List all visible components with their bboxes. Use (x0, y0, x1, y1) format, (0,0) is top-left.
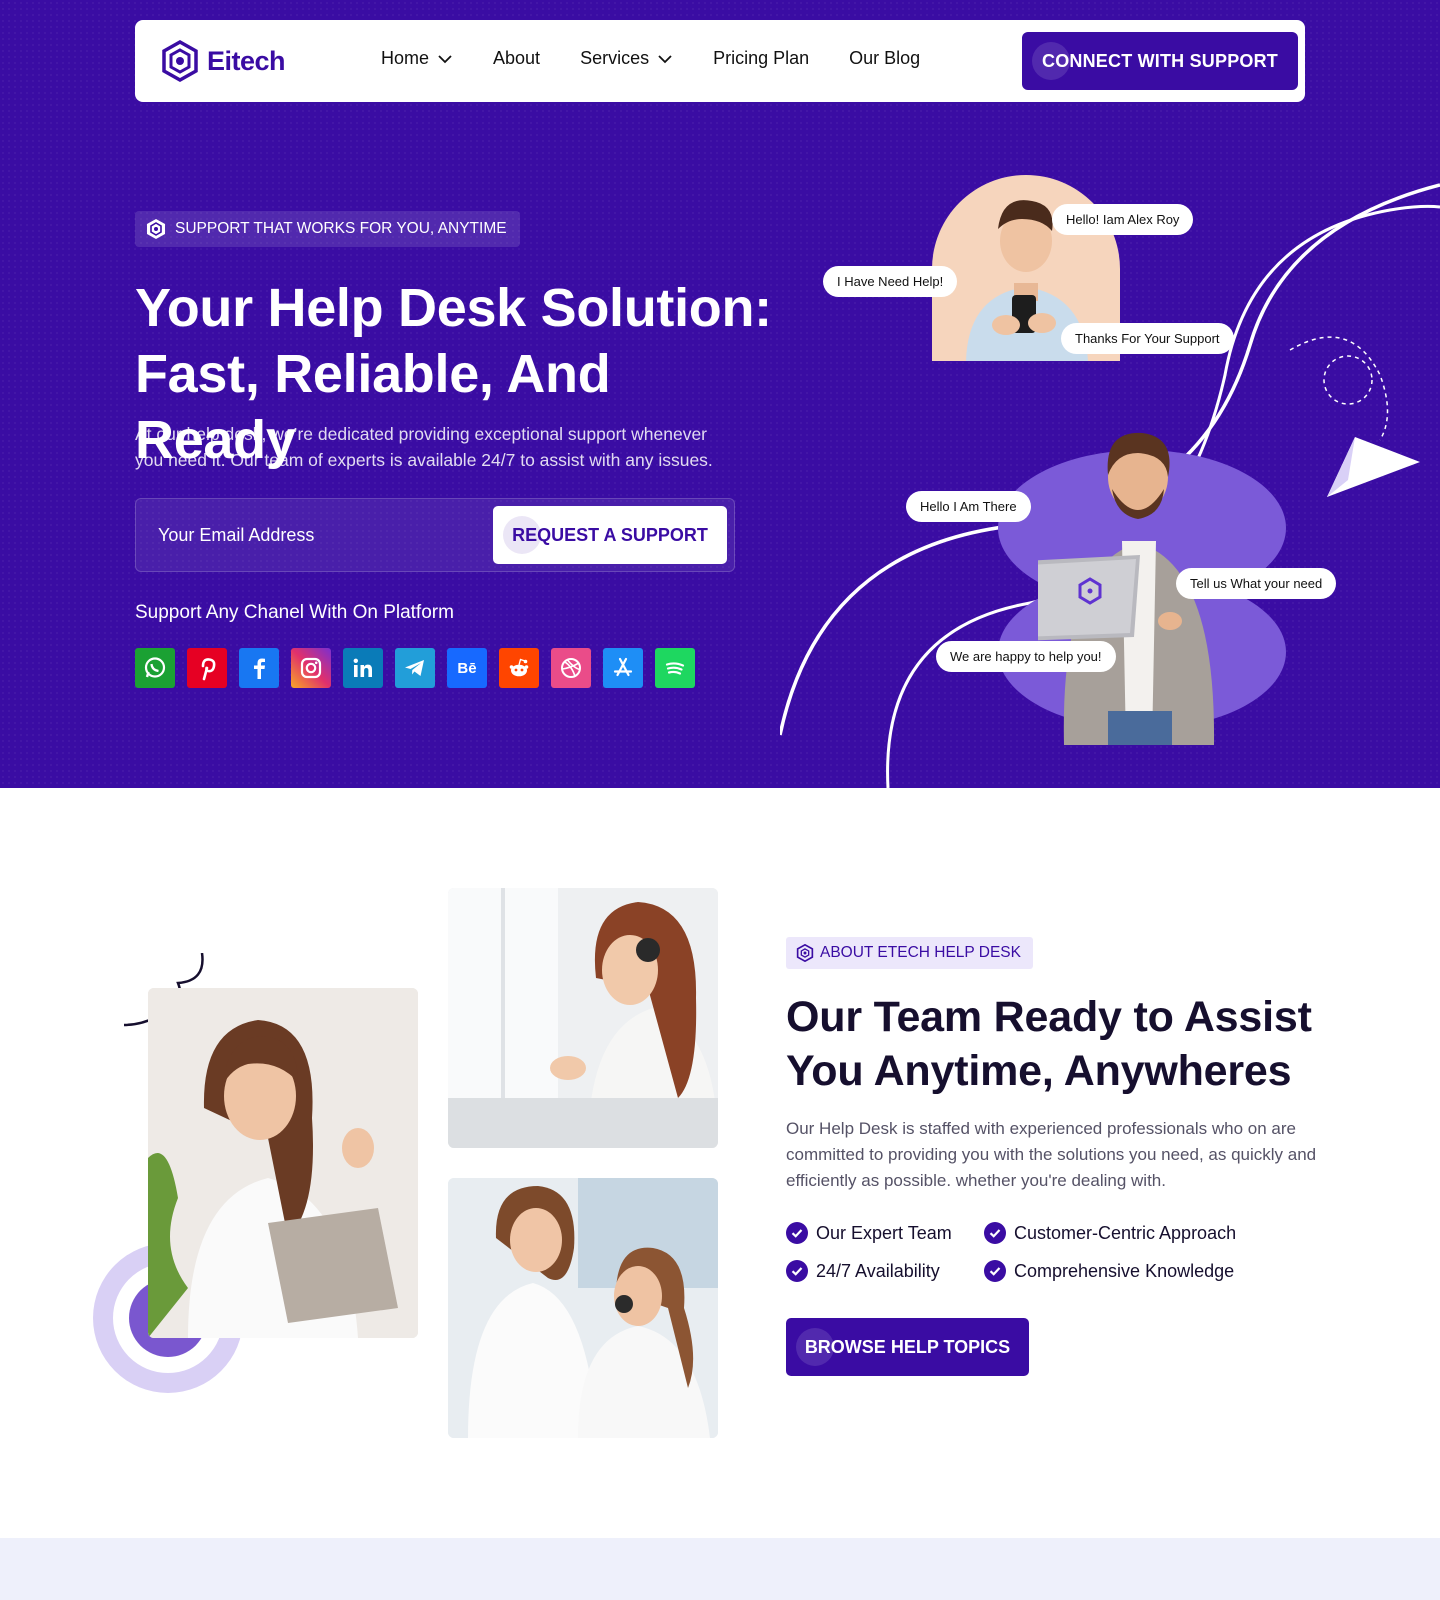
hero-title-line1: Your Help Desk Solution: (135, 278, 772, 338)
agent-woman-clipboard-figure (148, 988, 418, 1338)
chevron-down-icon (438, 54, 452, 63)
about-title: Our Team Ready to Assist You Anytime, An… (786, 990, 1346, 1098)
chevron-down-icon (658, 54, 672, 63)
nav-item-about[interactable]: About (493, 48, 540, 69)
logo-text: Eitech (207, 45, 286, 76)
feature-label: Our Expert Team (816, 1222, 952, 1243)
connect-support-label: CONNECT WITH SUPPORT (1042, 50, 1278, 71)
browse-help-topics-button[interactable]: BROWSE HELP TOPICS (786, 1318, 1029, 1376)
hexagon-badge-icon (147, 219, 165, 239)
browse-help-topics-label: BROWSE HELP TOPICS (804, 1336, 1011, 1357)
hero-illustration: Hello! Iam Alex Roy I Have Need Help! Th… (780, 165, 1440, 788)
chat-bubble-thanks: Thanks For Your Support (1061, 323, 1234, 354)
feature-item: Customer-Centric Approach (984, 1222, 1264, 1244)
hero-description: At our help desk, we’re dedicated provid… (135, 424, 713, 470)
chat-bubble-hello-there: Hello I Am There (906, 491, 1031, 522)
main-nav: Home About Services Pricing Plan Our Blo… (381, 48, 920, 69)
request-support-label: REQUEST A SUPPORT (512, 524, 708, 545)
nav-item-label: Our Blog (849, 48, 921, 68)
check-circle-icon (984, 1222, 1006, 1244)
agent-woman-desk-figure (448, 888, 718, 1148)
pinterest-icon[interactable] (187, 648, 227, 688)
agent-photo-team (448, 1178, 718, 1438)
next-section-band (0, 1538, 1440, 1600)
chat-bubble-alex: Hello! Iam Alex Roy (1052, 204, 1194, 235)
connect-support-button[interactable]: CONNECT WITH SUPPORT (1022, 32, 1298, 90)
channels-title: Support Any Chanel With On Platform (135, 602, 454, 623)
feature-item: 24/7 Availability (786, 1260, 984, 1282)
hexagon-badge-icon (796, 944, 814, 962)
nav-item-blog[interactable]: Our Blog (849, 48, 920, 69)
about-images (0, 788, 760, 1538)
spotify-icon[interactable] (655, 648, 695, 688)
email-subscribe-form: REQUEST A SUPPORT (135, 498, 735, 572)
nav-item-label: Services (580, 48, 650, 68)
app-store-icon[interactable] (603, 648, 643, 688)
nav-item-label: About (493, 48, 541, 68)
feature-label: 24/7 Availability (816, 1260, 940, 1281)
about-tag-text: ABOUT ETECH HELP DESK (820, 944, 1021, 961)
feature-list: Our Expert Team Customer-Centric Approac… (786, 1222, 1264, 1282)
facebook-icon[interactable] (239, 648, 279, 688)
check-circle-icon (786, 1260, 808, 1282)
about-tag: ABOUT ETECH HELP DESK (786, 937, 1033, 969)
linkedin-icon[interactable] (343, 648, 383, 688)
agent-photo-clipboard (148, 988, 418, 1338)
request-support-button[interactable]: REQUEST A SUPPORT (493, 506, 727, 564)
about-title-line2: You Anytime, Anywheres (786, 1047, 1292, 1095)
feature-label: Comprehensive Knowledge (1014, 1260, 1235, 1281)
agents-team-figure (448, 1178, 718, 1438)
telegram-icon[interactable] (395, 648, 435, 688)
behance-icon[interactable]: Bē (447, 648, 487, 688)
whatsapp-icon[interactable] (135, 648, 175, 688)
chat-bubble-need-help: I Have Need Help! (823, 266, 958, 297)
check-circle-icon (984, 1260, 1006, 1282)
dribbble-icon[interactable] (551, 648, 591, 688)
hero-tagline: SUPPORT THAT WORKS FOR YOU, ANYTIME (135, 211, 520, 247)
hero-section: Eitech Home About Services Pricing Plan … (0, 0, 1440, 788)
agent-photo-desk (448, 888, 718, 1148)
logo-hexagon-icon (162, 40, 198, 82)
email-input[interactable] (158, 499, 478, 571)
behance-glyph: Bē (457, 659, 477, 677)
about-title-line1: Our Team Ready to Assist (786, 993, 1312, 1041)
nav-item-label: Pricing Plan (713, 48, 810, 68)
logo[interactable]: Eitech (161, 40, 286, 82)
nav-item-pricing[interactable]: Pricing Plan (713, 48, 809, 69)
instagram-icon[interactable] (291, 648, 331, 688)
tagline-text: SUPPORT THAT WORKS FOR YOU, ANYTIME (175, 220, 507, 237)
about-description: Our Help Desk is staffed with experience… (786, 1119, 1317, 1190)
channel-icons: Bē (135, 648, 695, 688)
feature-label: Customer-Centric Approach (1014, 1222, 1237, 1243)
feature-item: Comprehensive Knowledge (984, 1260, 1264, 1282)
chat-bubble-tell-us: Tell us What your need (1176, 568, 1337, 599)
nav-item-services[interactable]: Services (580, 48, 673, 69)
feature-item: Our Expert Team (786, 1222, 984, 1244)
reddit-icon[interactable] (499, 648, 539, 688)
chat-bubble-happy: We are happy to help you! (936, 641, 1116, 672)
nav-item-home[interactable]: Home (381, 48, 453, 69)
check-circle-icon (786, 1222, 808, 1244)
nav-item-label: Home (381, 48, 430, 68)
navbar: Eitech Home About Services Pricing Plan … (135, 20, 1305, 102)
